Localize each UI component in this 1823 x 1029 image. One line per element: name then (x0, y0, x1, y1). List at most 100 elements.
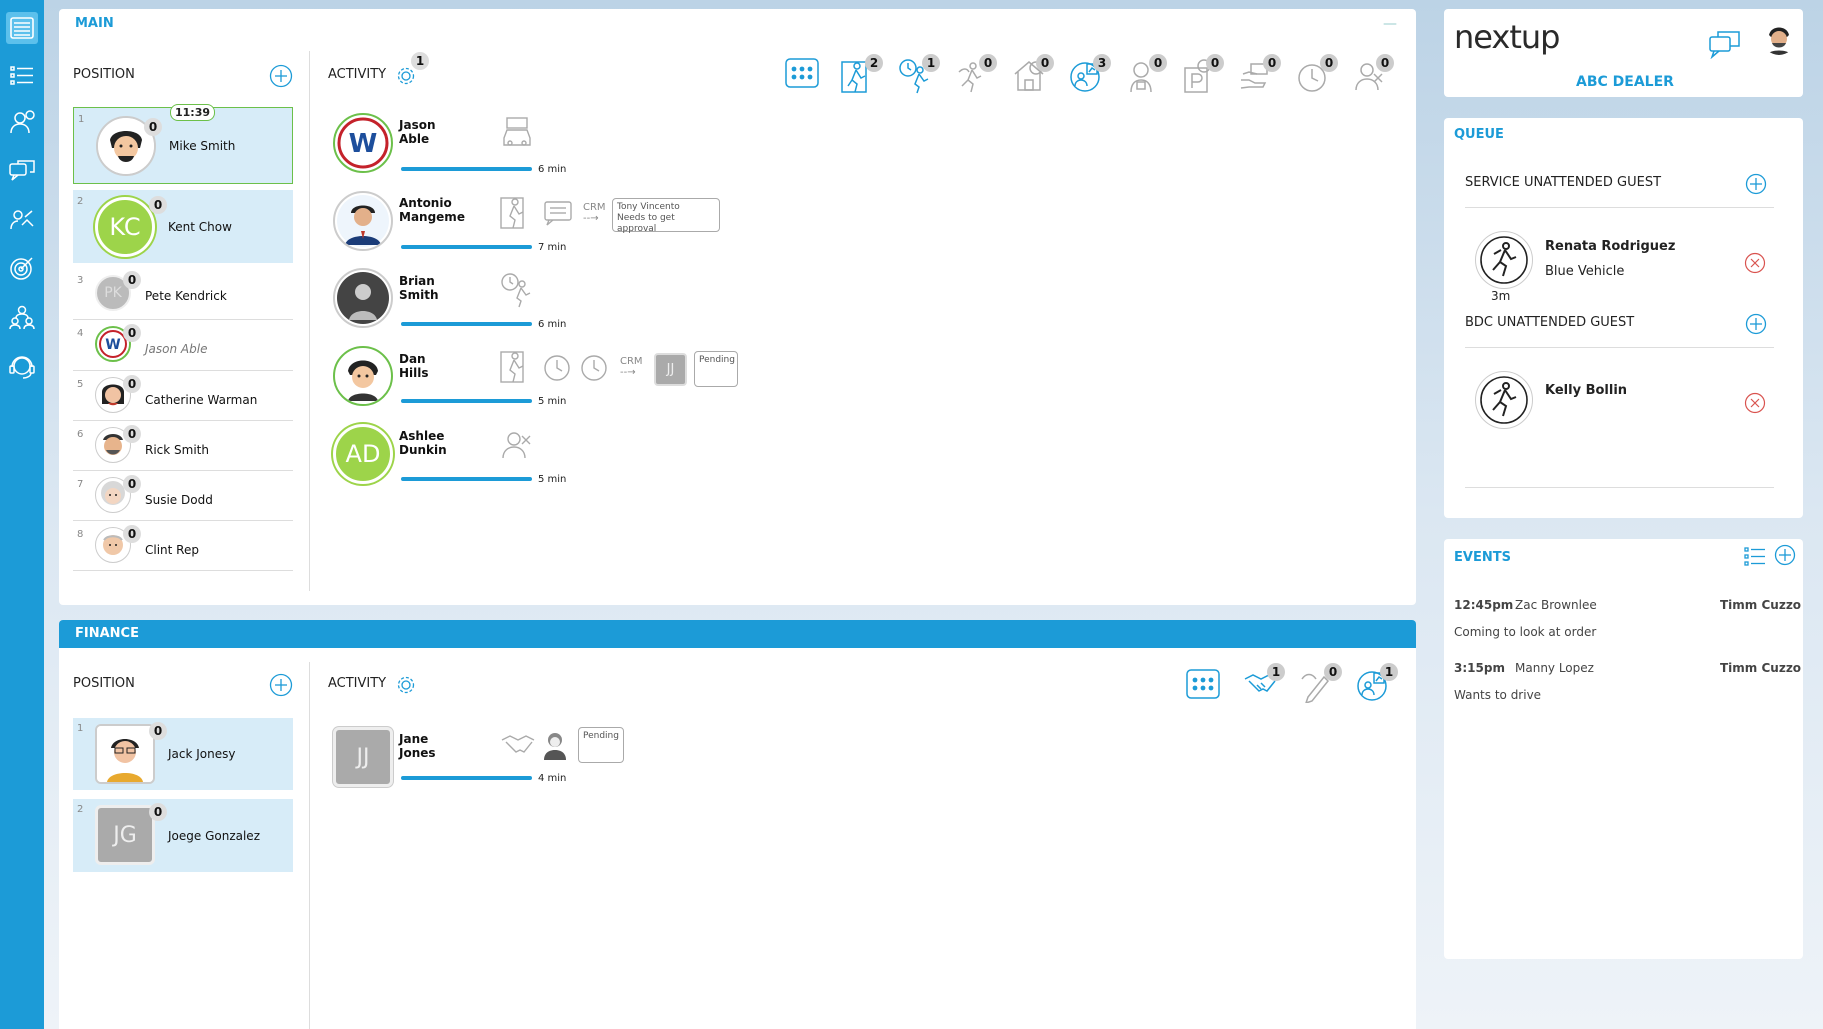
event-owner: Timm Cuzzo (1720, 598, 1802, 612)
remove-guest-button[interactable] (1744, 392, 1766, 418)
home-delivery-count: 0 (1036, 54, 1054, 72)
event-note: Wants to drive (1454, 688, 1542, 702)
left-sidebar (0, 0, 44, 1029)
gear-icon[interactable] (396, 66, 416, 90)
activity-minutes: 4 min (538, 773, 567, 784)
finance-header-bar (59, 620, 1416, 648)
remove-guest-button[interactable] (1744, 252, 1766, 278)
queue-title: QUEUE (1454, 127, 1504, 142)
pen-sign-icon[interactable]: 0 (1300, 663, 1342, 711)
guest-wait-time: 3m (1491, 289, 1511, 303)
lock-user-icon[interactable]: 0 (1125, 54, 1167, 102)
user-handshake-icon[interactable] (6, 204, 38, 236)
avatar: KC (95, 197, 155, 257)
people-chart-icon[interactable]: 3 (1069, 54, 1111, 102)
position-name: Mike Smith (169, 139, 236, 153)
gear-icon[interactable] (396, 675, 416, 699)
position-row[interactable]: 2 KC 0 Kent Chow (73, 190, 293, 263)
finance-title: FINANCE (75, 626, 139, 641)
handshake-icon[interactable]: 1 (1243, 663, 1285, 711)
position-name: Jack Jonesy (168, 747, 236, 761)
note-bubble[interactable]: Tony Vincento Needs to get approval (612, 198, 720, 234)
user-cancel-count: 0 (1376, 54, 1394, 72)
position-name: Clint Rep (145, 543, 199, 557)
position-row[interactable]: 1 0 Jack Jonesy (73, 718, 293, 790)
arrow-icon: --→ (583, 213, 599, 224)
clock-icon[interactable]: 0 (1296, 54, 1338, 102)
add-bdc-guest-button[interactable] (1745, 313, 1767, 339)
position-number: 3 (77, 275, 84, 286)
people-chart-icon[interactable]: 1 (1356, 663, 1398, 711)
chat-icon[interactable] (6, 155, 38, 187)
position-row[interactable]: 8 0 Clint Rep (73, 521, 293, 571)
target-icon[interactable] (6, 252, 38, 284)
team-icon[interactable] (6, 301, 38, 333)
checklist-icon[interactable] (1744, 545, 1766, 571)
position-row[interactable]: 5 0 Catherine Warman (73, 371, 293, 421)
position-header: POSITION (73, 676, 135, 691)
grid-view-button[interactable] (1186, 669, 1226, 713)
appointment-walk-icon (500, 272, 534, 312)
note-text: Needs to get approval (617, 213, 675, 234)
event-customer: Zac Brownlee (1515, 598, 1597, 612)
position-header: POSITION (73, 67, 135, 82)
chat-icon[interactable] (1709, 29, 1741, 63)
hand-money-icon[interactable]: 0 (1239, 54, 1281, 102)
walk-in-icon[interactable]: 2 (841, 54, 883, 102)
clock-icon (543, 354, 571, 386)
event-owner: Timm Cuzzo (1720, 661, 1802, 675)
position-number: 5 (77, 379, 84, 390)
minimize-button[interactable]: — (1383, 17, 1397, 31)
grid-view-button[interactable] (785, 58, 825, 102)
add-service-guest-button[interactable] (1745, 173, 1767, 199)
avatar (333, 346, 393, 406)
appointment-walk-icon[interactable]: 1 (898, 54, 940, 102)
event-customer: Manny Lopez (1515, 661, 1594, 675)
add-position-button[interactable] (269, 64, 293, 92)
activity-last-name: Able (399, 132, 430, 146)
position-row[interactable]: 2 JG 0 Joege Gonzalez (73, 799, 293, 872)
user-cancel-icon (500, 428, 534, 466)
user-avatar[interactable] (1763, 23, 1795, 55)
activity-last-name: Mangeme (399, 210, 465, 224)
avatar (333, 191, 393, 251)
svg-text:W: W (349, 129, 378, 159)
assignee-avatar: JJ (654, 353, 687, 386)
position-badge: 0 (123, 475, 141, 493)
avatar: AD (333, 424, 393, 484)
activity-progress-bar (401, 776, 532, 780)
column-divider (309, 662, 310, 1029)
floor-list-icon[interactable] (6, 12, 38, 44)
position-badge: 0 (123, 271, 141, 289)
add-position-button[interactable] (269, 673, 293, 701)
hand-money-count: 0 (1263, 54, 1281, 72)
position-row[interactable]: 3 PK 0 Pete Kendrick (73, 269, 293, 319)
position-badge: 0 (144, 118, 162, 136)
handshake-icon (500, 730, 536, 764)
user-cancel-icon[interactable]: 0 (1352, 54, 1394, 102)
events-card: EVENTS 12:45pm Zac Brownlee Timm Cuzzo C… (1444, 539, 1803, 959)
people-chart-count: 1 (1380, 663, 1398, 681)
position-row[interactable]: 1 0 11:39 Mike Smith (73, 104, 293, 184)
pen-sign-count: 0 (1324, 663, 1342, 681)
add-event-button[interactable] (1774, 544, 1796, 570)
crm-label: CRM (583, 202, 606, 213)
main-panel: MAIN — POSITION 1 0 11:39 Mike Smith 2 K… (59, 9, 1416, 605)
position-row[interactable]: 4 W 0 Jason Able (73, 320, 293, 370)
be-back-icon[interactable]: 0 (955, 54, 997, 102)
activity-progress-bar (401, 399, 532, 403)
checklist-icon[interactable] (6, 60, 38, 92)
position-row[interactable]: 7 0 Susie Dodd (73, 471, 293, 521)
position-name: Joege Gonzalez (168, 829, 260, 843)
position-row[interactable]: 6 0 Rick Smith (73, 421, 293, 471)
activity-progress-bar (401, 245, 532, 249)
avatar: JJ (333, 727, 393, 787)
user-question-icon[interactable] (6, 106, 38, 138)
walk-in-icon (1475, 231, 1533, 289)
parking-icon[interactable]: 0 (1182, 54, 1224, 102)
walk-in-icon (500, 194, 534, 234)
activity-header: ACTIVITY (328, 67, 387, 82)
headset-icon[interactable] (6, 350, 38, 382)
home-delivery-icon[interactable]: 0 (1012, 54, 1054, 102)
position-name: Catherine Warman (145, 393, 258, 407)
